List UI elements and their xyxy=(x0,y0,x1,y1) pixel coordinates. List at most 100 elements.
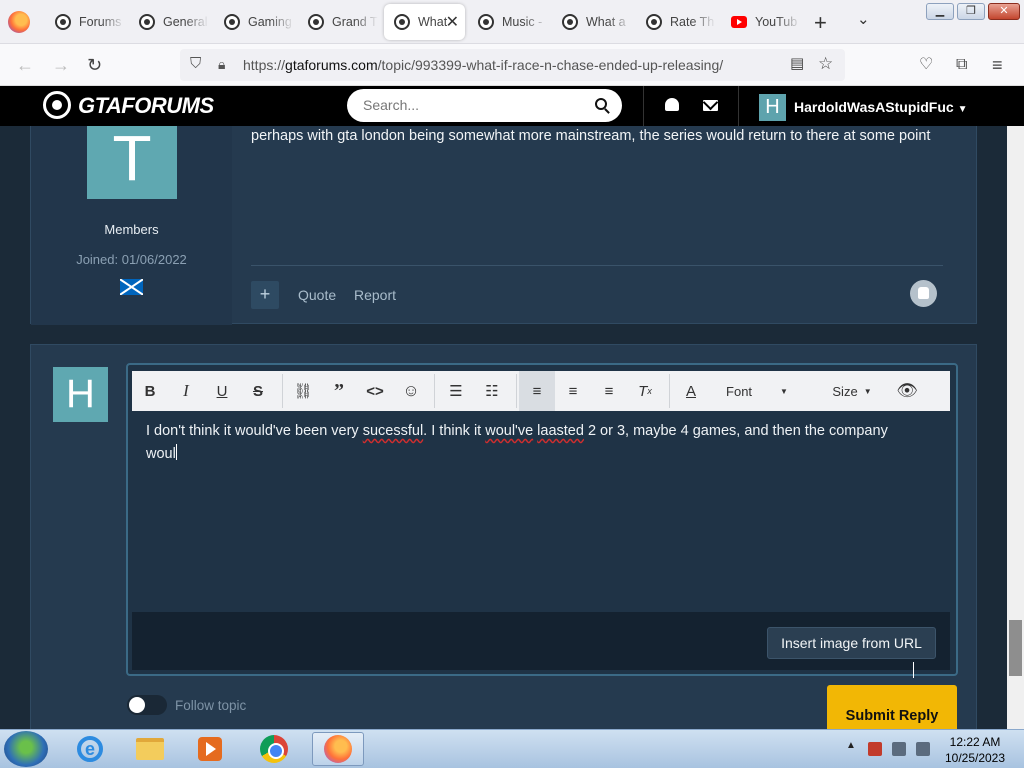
align-right-icon[interactable]: ≡ xyxy=(591,371,627,411)
chrome-icon[interactable] xyxy=(248,732,300,766)
pocket-icon[interactable]: ♡ xyxy=(919,55,933,75)
submit-reply-button[interactable]: Submit Reply xyxy=(827,685,957,729)
insert-image-from-url-button[interactable]: Insert image from URL xyxy=(767,627,936,659)
follow-topic-toggle[interactable] xyxy=(127,695,167,715)
network-icon[interactable] xyxy=(892,742,906,756)
underline-icon[interactable]: U xyxy=(204,371,240,411)
tab-label: Rate Th xyxy=(670,15,715,29)
caret-down-icon: ▼ xyxy=(780,386,788,396)
bulleted-list-icon[interactable]: ☰ xyxy=(438,371,474,411)
reply-editor[interactable]: B I U S ⛓ ” <> ☺ ☰ ☷ ≡ ≡ ≡ Tx A Font ▼ S… xyxy=(126,363,958,676)
link-icon[interactable]: ⛓ xyxy=(285,371,321,411)
quote-icon[interactable]: ” xyxy=(321,371,357,411)
tab-label: Music - xyxy=(502,15,543,29)
tab-what-a[interactable]: What a xyxy=(552,4,632,40)
close-tab-icon[interactable]: ✕ xyxy=(446,12,459,32)
toolbar-divider xyxy=(516,374,517,408)
numbered-list-icon[interactable]: ☷ xyxy=(474,371,510,411)
header-divider xyxy=(738,86,739,126)
misspelled-word: woul've xyxy=(485,423,534,439)
tab-gaming[interactable]: Gaming xyxy=(214,4,294,40)
bold-icon[interactable]: B xyxy=(132,371,168,411)
editor-toolbar: B I U S ⛓ ” <> ☺ ☰ ☷ ≡ ≡ ≡ Tx A Font ▼ S… xyxy=(132,371,950,411)
clear-formatting-icon[interactable]: Tx xyxy=(627,371,663,411)
author-panel: T Members Joined: 01/06/2022 xyxy=(31,126,232,325)
firefox-taskbar-icon[interactable] xyxy=(312,732,364,766)
internet-explorer-icon[interactable]: e xyxy=(64,732,116,766)
back-arrow-icon[interactable]: ← xyxy=(16,55,34,75)
report-link[interactable]: Report xyxy=(354,287,396,303)
file-explorer-icon[interactable] xyxy=(124,732,176,766)
volume-muted-icon[interactable] xyxy=(916,742,930,756)
site-logo[interactable]: GTAFORUMS xyxy=(78,93,214,119)
hamburger-menu-icon[interactable]: ≡ xyxy=(992,55,1003,75)
tab-active-topic[interactable]: What ✕ xyxy=(384,4,465,40)
system-clock[interactable]: 12:22 AM 10/25/2023 xyxy=(940,734,1010,766)
post-divider xyxy=(251,265,943,266)
list-tabs-chevron-icon[interactable]: ⌄ xyxy=(857,10,870,28)
close-window-icon[interactable]: ✕ xyxy=(988,3,1020,20)
new-tab-icon[interactable]: + xyxy=(814,10,827,36)
notifications-bell-icon[interactable] xyxy=(665,98,679,111)
url-bar[interactable]: ⛉ 🔒︎ https://gtaforums.com/topic/993399-… xyxy=(180,49,845,81)
navigation-bar: ← → ↻ ⛉ 🔒︎ https://gtaforums.com/topic/9… xyxy=(0,44,1024,86)
align-left-icon[interactable]: ≡ xyxy=(519,371,555,411)
tab-general[interactable]: General xyxy=(129,4,209,40)
tab-music[interactable]: Music - xyxy=(468,4,548,40)
site-search-field[interactable]: Search... xyxy=(347,89,622,122)
like-reaction-icon[interactable] xyxy=(910,280,937,307)
site-icon xyxy=(646,14,662,30)
code-icon[interactable]: <> xyxy=(357,371,393,411)
site-icon xyxy=(224,14,240,30)
tracking-shield-icon[interactable]: ⛉ xyxy=(190,54,201,74)
strikethrough-icon[interactable]: S xyxy=(240,371,276,411)
bookmark-star-icon[interactable]: ☆ xyxy=(818,54,833,74)
emoji-icon[interactable]: ☺ xyxy=(393,371,429,411)
search-icon[interactable] xyxy=(595,98,607,110)
multiquote-plus-button[interactable]: + xyxy=(251,281,279,309)
page-content: T Members Joined: 01/06/2022 perhaps wit… xyxy=(0,126,1024,729)
caret-down-icon: ▼ xyxy=(863,386,872,396)
preview-eye-icon[interactable]: 👁︎ xyxy=(889,371,925,411)
reply-text-area[interactable]: I don't think it would've been very suce… xyxy=(146,420,936,466)
tab-grand-theft[interactable]: Grand T xyxy=(298,4,378,40)
size-dropdown[interactable]: Size ▼ xyxy=(822,371,882,411)
tab-forums[interactable]: Forums xyxy=(45,4,125,40)
media-player-icon[interactable] xyxy=(184,732,236,766)
url-text[interactable]: https://gtaforums.com/topic/993399-what-… xyxy=(243,57,723,73)
author-avatar[interactable]: T xyxy=(87,126,177,199)
reply-user-avatar: H xyxy=(53,367,108,422)
restore-icon[interactable]: ❐ xyxy=(957,3,985,20)
firefox-menu-icon[interactable] xyxy=(8,11,30,33)
italic-icon[interactable]: I xyxy=(168,371,204,411)
gtaforums-logo-icon[interactable] xyxy=(43,91,71,119)
tab-rate-this[interactable]: Rate Th xyxy=(636,4,716,40)
lock-icon[interactable]: 🔒︎ xyxy=(218,54,225,74)
tab-label: What a xyxy=(586,15,626,29)
font-dropdown[interactable]: Font ▼ xyxy=(717,371,797,411)
messages-envelope-icon[interactable] xyxy=(703,100,718,111)
forward-arrow-icon[interactable]: → xyxy=(52,55,70,75)
action-center-flag-icon[interactable] xyxy=(868,742,882,756)
reader-view-icon[interactable]: ▤ xyxy=(790,54,804,74)
search-input[interactable]: Search... xyxy=(363,97,419,113)
site-icon xyxy=(478,14,494,30)
extensions-icon[interactable]: ⧉ xyxy=(956,55,967,75)
scotland-flag-icon xyxy=(120,279,143,295)
reload-icon[interactable]: ↻ xyxy=(87,55,102,75)
user-avatar[interactable]: H xyxy=(759,94,786,121)
size-dropdown-label: Size xyxy=(832,383,858,399)
page-scrollbar[interactable] xyxy=(1007,126,1024,729)
text-color-icon[interactable]: A xyxy=(673,371,709,411)
site-icon xyxy=(139,14,155,30)
start-button-icon[interactable] xyxy=(4,731,48,767)
user-menu[interactable]: HardoldWasAStupidFuc ▼ xyxy=(794,99,968,115)
site-icon xyxy=(308,14,324,30)
align-center-icon[interactable]: ≡ xyxy=(555,371,591,411)
scrollbar-thumb[interactable] xyxy=(1009,620,1022,676)
show-hidden-icons-icon[interactable]: ▲ xyxy=(846,740,856,751)
minimize-icon[interactable]: ▁ xyxy=(926,3,954,20)
quote-link[interactable]: Quote xyxy=(298,287,336,303)
tab-youtube[interactable]: YouTub xyxy=(721,4,801,40)
misspelled-word: laasted xyxy=(537,423,584,439)
